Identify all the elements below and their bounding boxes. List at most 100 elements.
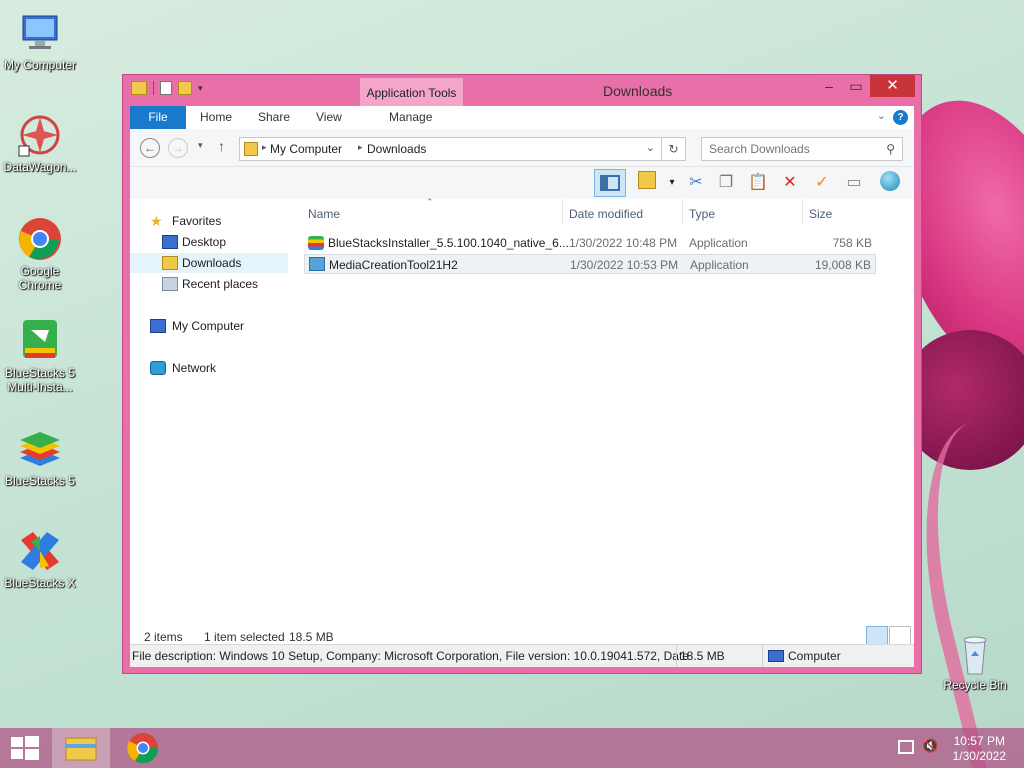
desktop-icon-bluestacks-x[interactable]: BlueStacks X <box>0 528 80 590</box>
windows-logo-icon <box>11 736 39 760</box>
address-row: ← → ▾ ↑ ▸ My Computer ▸ Downloads ⌄ ↻ ⚲ <box>130 129 914 167</box>
file-row[interactable]: BlueStacksInstaller_5.5.100.1040_native_… <box>304 233 876 253</box>
desktop-icon-my-computer[interactable]: My Computer <box>0 10 80 72</box>
navigation-pane: ★ Favorites Desktop Downloads Recent pla… <box>130 199 290 679</box>
preview-pane-button[interactable] <box>594 169 626 197</box>
separator <box>676 645 677 667</box>
breadcrumb-my-computer[interactable]: My Computer <box>270 142 342 156</box>
nav-favorites[interactable]: ★ Favorites <box>130 211 288 231</box>
nav-network[interactable]: Network <box>130 358 288 378</box>
cut-icon[interactable]: ✂ <box>684 171 708 195</box>
refresh-button[interactable]: ↻ <box>662 137 686 161</box>
desktop-icon <box>162 235 178 249</box>
copy-icon[interactable]: ❐ <box>714 171 738 195</box>
nav-downloads[interactable]: Downloads <box>130 253 288 273</box>
separator <box>762 645 763 667</box>
command-toolbar: ▾ ✂ ❐ 📋 ✕ ✓ ▭ <box>130 167 914 199</box>
column-separator <box>562 199 563 225</box>
chevron-right-icon: ▸ <box>358 142 363 152</box>
forward-button[interactable]: → <box>168 138 188 158</box>
globe-icon[interactable] <box>878 171 902 195</box>
help-icon[interactable]: ? <box>893 110 908 125</box>
tab-file[interactable]: File <box>130 106 186 129</box>
large-icons-view-button[interactable] <box>889 626 911 646</box>
ribbon-tabs: File Home Share View Manage ⌄ ? <box>130 106 914 129</box>
desktop-icon-recycle-bin[interactable]: Recycle Bin <box>935 630 1015 692</box>
tab-view[interactable]: View <box>316 106 342 129</box>
quick-access-toolbar: ▾ <box>131 81 203 95</box>
bluestacks-x-icon <box>17 528 63 574</box>
file-size: 758 KB <box>832 236 872 250</box>
nav-recent-places[interactable]: Recent places <box>130 274 288 294</box>
check-icon[interactable]: ✓ <box>810 171 834 195</box>
tab-share[interactable]: Share <box>258 106 290 129</box>
address-bar[interactable]: ▸ My Computer ▸ Downloads ⌄ <box>239 137 662 161</box>
new-folder-icon[interactable] <box>178 81 192 95</box>
desktop-icon-bluestacks-multi[interactable]: BlueStacks 5 Multi-Insta... <box>0 318 80 394</box>
nav-my-computer[interactable]: My Computer <box>130 316 288 336</box>
tab-home[interactable]: Home <box>200 106 232 129</box>
nav-label: Favorites <box>172 214 222 228</box>
search-input[interactable] <box>702 138 872 160</box>
context-tab-application-tools: Application Tools <box>360 78 463 106</box>
column-header-name[interactable]: Name <box>308 207 340 221</box>
rename-icon[interactable]: ▭ <box>842 171 866 195</box>
details-view-button[interactable] <box>866 626 888 646</box>
chevron-right-icon: ▸ <box>262 142 267 152</box>
computer-icon <box>17 10 63 56</box>
properties-icon[interactable] <box>160 81 172 95</box>
bluestacks-installer-icon <box>308 236 324 250</box>
desktop-icon-google-chrome[interactable]: Google Chrome <box>0 216 80 292</box>
paste-icon[interactable]: 📋 <box>746 171 770 195</box>
chrome-icon <box>17 216 63 262</box>
chevron-down-icon[interactable]: ▾ <box>660 171 684 195</box>
computer-icon <box>768 650 784 662</box>
up-arrow-icon[interactable]: ↑ <box>218 138 225 154</box>
file-name: MediaCreationTool21H2 <box>329 258 458 272</box>
volume-muted-icon[interactable]: 🔇 <box>922 738 938 754</box>
search-icon[interactable]: ⚲ <box>886 142 895 156</box>
recycle-bin-icon <box>952 630 998 676</box>
desktop-icon-label: DataWagon... <box>3 160 77 174</box>
minimize-button[interactable]: – <box>816 75 842 97</box>
start-button[interactable] <box>0 728 58 768</box>
bluestacks-icon <box>17 426 63 472</box>
sort-ascending-icon: ⌃ <box>426 197 434 207</box>
delete-icon[interactable]: ✕ <box>778 171 802 195</box>
column-separator <box>682 199 683 225</box>
column-header-type[interactable]: Type <box>689 207 715 221</box>
breadcrumb-downloads[interactable]: Downloads <box>367 142 426 156</box>
clock[interactable]: 10:57 PM 1/30/2022 <box>953 734 1006 764</box>
close-button[interactable]: ✕ <box>870 75 915 97</box>
search-box[interactable]: ⚲ <box>701 137 903 161</box>
chevron-down-icon[interactable]: ▾ <box>198 83 203 94</box>
taskbar-chrome[interactable] <box>114 728 172 768</box>
desktop-icon-datawagon[interactable]: DataWagon... <box>0 112 80 174</box>
nav-desktop[interactable]: Desktop <box>130 232 288 252</box>
computer-icon <box>150 319 166 333</box>
title-bar: ▾ Application Tools Downloads – ▭ ✕ <box>123 75 921 106</box>
recent-locations-chevron-icon[interactable]: ▾ <box>198 140 203 151</box>
description-size: 18.5 MB <box>680 649 725 663</box>
column-header-size[interactable]: Size <box>809 207 832 221</box>
chevron-down-icon[interactable]: ⌄ <box>646 141 655 154</box>
recent-places-icon <box>162 277 178 291</box>
details-status-bar: File description: Windows 10 Setup, Comp… <box>130 644 914 667</box>
tab-manage[interactable]: Manage <box>389 106 432 129</box>
file-row[interactable]: MediaCreationTool21H2 1/30/2022 10:53 PM… <box>304 254 876 274</box>
item-count: 2 items <box>144 630 183 644</box>
folder-options-icon[interactable] <box>635 171 659 195</box>
column-header-date[interactable]: Date modified <box>569 207 643 221</box>
maximize-button[interactable]: ▭ <box>843 75 869 97</box>
folder-icon[interactable] <box>131 81 147 95</box>
file-date: 1/30/2022 10:53 PM <box>570 258 679 272</box>
taskbar-file-explorer[interactable] <box>52 728 110 768</box>
file-type: Application <box>689 236 748 250</box>
desktop-icon-label: Google Chrome <box>18 264 62 292</box>
network-tray-icon[interactable] <box>898 740 914 754</box>
back-button[interactable]: ← <box>140 138 160 158</box>
chevron-down-icon[interactable]: ⌄ <box>877 109 886 122</box>
nav-label: Downloads <box>182 256 242 270</box>
desktop-icon-bluestacks-5[interactable]: BlueStacks 5 <box>0 426 80 488</box>
desktop-icon-label: My Computer <box>3 58 77 72</box>
